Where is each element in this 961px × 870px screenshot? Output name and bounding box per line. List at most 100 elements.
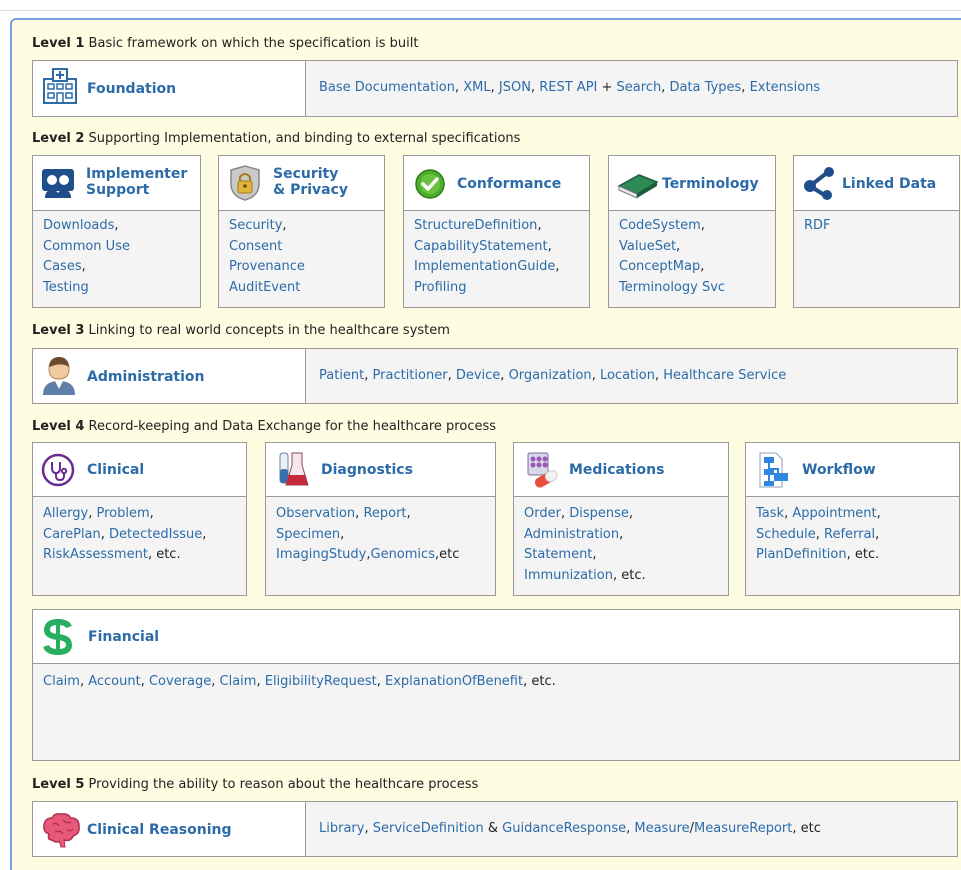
link-practitioner[interactable]: Practitioner xyxy=(373,368,448,383)
link-rest-api[interactable]: REST API xyxy=(539,80,597,95)
link-administration[interactable]: Administration xyxy=(524,527,619,542)
security-privacy-header[interactable]: Security & Privacy xyxy=(219,156,384,211)
financial-module: Financial Claim, Account, Coverage, Clai… xyxy=(32,609,960,761)
link-guidanceresponse[interactable]: GuidanceResponse xyxy=(502,821,626,836)
financial-title[interactable]: Financial xyxy=(88,629,159,645)
link-order[interactable]: Order xyxy=(524,506,561,521)
link-cases[interactable]: Cases xyxy=(43,259,82,274)
clinical-links: Allergy, Problem, CarePlan, DetectedIssu… xyxy=(43,506,207,562)
foundation-title[interactable]: Foundation xyxy=(87,81,176,97)
link-specimen[interactable]: Specimen xyxy=(276,527,340,542)
link-search[interactable]: Search xyxy=(617,80,662,95)
link-coverage[interactable]: Coverage xyxy=(149,674,211,689)
link-provenance[interactable]: Provenance xyxy=(229,259,305,274)
link-codesystem[interactable]: CodeSystem xyxy=(619,218,701,233)
link-patient[interactable]: Patient xyxy=(319,368,364,383)
link-statement[interactable]: Statement xyxy=(524,547,592,562)
clinical-title[interactable]: Clinical xyxy=(87,462,144,478)
link-servicedefinition[interactable]: ServiceDefinition xyxy=(373,821,484,836)
workflow-header[interactable]: Workflow xyxy=(746,443,959,497)
link-measure[interactable]: Measure xyxy=(634,821,689,836)
link-immunization[interactable]: Immunization xyxy=(524,568,613,583)
administration-title[interactable]: Administration xyxy=(87,369,204,385)
link-consent[interactable]: Consent xyxy=(229,239,282,254)
diagnostics-links: Observation, Report, Specimen, ImagingSt… xyxy=(276,506,460,562)
link-testing[interactable]: Testing xyxy=(43,280,89,295)
implementer-support-header[interactable]: Implementer Support xyxy=(33,156,200,211)
link-imagingstudy[interactable]: ImagingStudy xyxy=(276,547,366,562)
building-icon xyxy=(43,68,77,104)
workflow-title[interactable]: Workflow xyxy=(802,462,876,478)
link-dispense[interactable]: Dispense xyxy=(569,506,629,521)
link-riskassessment[interactable]: RiskAssessment xyxy=(43,547,148,562)
link-account[interactable]: Account xyxy=(88,674,141,689)
link-library[interactable]: Library xyxy=(319,821,364,836)
link-claim[interactable]: Claim xyxy=(43,674,80,689)
link-valueset[interactable]: ValueSet xyxy=(619,239,676,254)
conformance-title[interactable]: Conformance xyxy=(457,176,561,192)
link-plandefinition[interactable]: PlanDefinition xyxy=(756,547,847,562)
link-claim-2[interactable]: Claim xyxy=(220,674,257,689)
link-profiling[interactable]: Profiling xyxy=(414,280,467,295)
link-auditevent[interactable]: AuditEvent xyxy=(229,280,300,295)
network-nodes-icon xyxy=(804,167,834,200)
link-terminology-svc[interactable]: Terminology Svc xyxy=(619,280,725,295)
link-location[interactable]: Location xyxy=(600,368,655,383)
linked-data-header[interactable]: Linked Data xyxy=(794,156,959,211)
security-privacy-title[interactable]: Security & Privacy xyxy=(273,166,348,198)
implementer-support-title[interactable]: Implementer Support xyxy=(86,166,187,198)
link-problem[interactable]: Problem xyxy=(96,506,149,521)
medications-title[interactable]: Medications xyxy=(569,462,664,478)
diagnostics-header[interactable]: Diagnostics xyxy=(266,443,495,497)
link-eligibilityrequest[interactable]: EligibilityRequest xyxy=(265,674,377,689)
link-task[interactable]: Task xyxy=(756,506,784,521)
diagnostics-title[interactable]: Diagnostics xyxy=(321,462,413,478)
link-capabilitystatement[interactable]: CapabilityStatement xyxy=(414,239,548,254)
link-common-use[interactable]: Common Use xyxy=(43,239,130,254)
link-device[interactable]: Device xyxy=(456,368,500,383)
terminology-module: Terminology CodeSystem, ValueSet, Concep… xyxy=(608,155,776,308)
flowchart-icon xyxy=(759,452,788,488)
link-json[interactable]: JSON xyxy=(499,80,531,95)
link-xml[interactable]: XML xyxy=(463,80,490,95)
link-organization[interactable]: Organization xyxy=(509,368,592,383)
link-detectedissue[interactable]: DetectedIssue xyxy=(109,527,202,542)
link-conceptmap[interactable]: ConceptMap xyxy=(619,259,700,274)
clinical-header[interactable]: Clinical xyxy=(33,443,246,497)
foundation-module: Foundation Base Documentation, XML, JSON… xyxy=(32,60,958,117)
link-observation[interactable]: Observation xyxy=(276,506,355,521)
link-healthcare-service[interactable]: Healthcare Service xyxy=(663,368,786,383)
foundation-header[interactable]: Foundation xyxy=(33,61,306,116)
book-icon xyxy=(617,174,659,199)
terminology-header[interactable]: Terminology xyxy=(609,156,775,211)
link-implementationguide[interactable]: ImplementationGuide xyxy=(414,259,555,274)
link-careplan[interactable]: CarePlan xyxy=(43,527,101,542)
link-allergy[interactable]: Allergy xyxy=(43,506,88,521)
conformance-links: StructureDefinition, CapabilityStatement… xyxy=(414,218,560,295)
clinical-reasoning-title[interactable]: Clinical Reasoning xyxy=(87,822,231,838)
linked-data-title[interactable]: Linked Data xyxy=(842,176,936,192)
diagnostics-module: Diagnostics Observation, Report, Specime… xyxy=(265,442,496,596)
link-base-documentation[interactable]: Base Documentation xyxy=(319,80,455,95)
link-extensions[interactable]: Extensions xyxy=(750,80,821,95)
terminology-title[interactable]: Terminology xyxy=(662,176,759,192)
link-explanationofbenefit[interactable]: ExplanationOfBenefit xyxy=(385,674,523,689)
link-referral[interactable]: Referral xyxy=(824,527,875,542)
link-downloads[interactable]: Downloads xyxy=(43,218,114,233)
administration-header[interactable]: Administration xyxy=(33,349,306,403)
lock-shield-icon xyxy=(230,165,260,201)
financial-header[interactable]: Financial xyxy=(33,610,959,664)
clinical-reasoning-header[interactable]: Clinical Reasoning xyxy=(33,802,306,856)
link-measurereport[interactable]: MeasureReport xyxy=(694,821,792,836)
link-data-types[interactable]: Data Types xyxy=(669,80,741,95)
link-report[interactable]: Report xyxy=(363,506,406,521)
conformance-header[interactable]: Conformance xyxy=(404,156,589,211)
link-appointment[interactable]: Appointment xyxy=(792,506,876,521)
link-rdf[interactable]: RDF xyxy=(804,218,831,233)
link-schedule[interactable]: Schedule xyxy=(756,527,816,542)
medications-header[interactable]: Medications xyxy=(514,443,728,497)
link-genomics[interactable]: Genomics xyxy=(371,547,435,562)
link-security[interactable]: Security xyxy=(229,218,282,233)
workflow-module: Workflow Task, Appointment, Schedule, Re… xyxy=(745,442,960,596)
link-structuredefinition[interactable]: StructureDefinition xyxy=(414,218,537,233)
